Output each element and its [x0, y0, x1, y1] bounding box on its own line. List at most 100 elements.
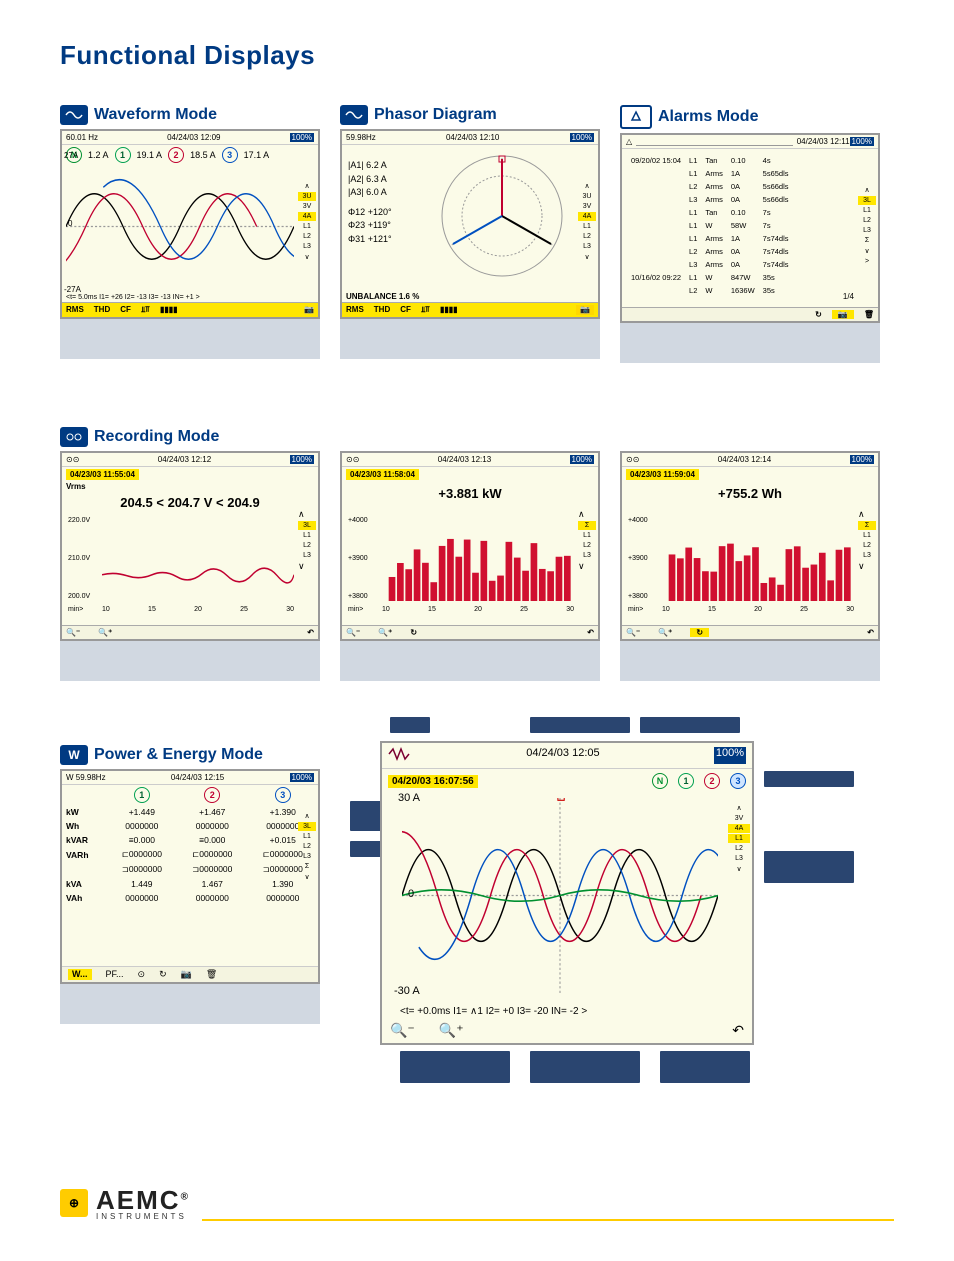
big-chart: 30 A 0 -30 A	[402, 798, 718, 993]
zoom-out-icon[interactable]: 🔍⁻	[390, 1022, 415, 1039]
phasor-chart	[437, 151, 567, 281]
footer-rule	[202, 1219, 894, 1221]
btn-cf[interactable]: CF	[120, 305, 131, 315]
bleg5: L3	[728, 854, 750, 863]
table-row: 10/16/02 09:22L1W847W35s	[628, 272, 792, 283]
rec-refresh-icon[interactable]: ↻	[410, 628, 417, 637]
cell: 7s74dls	[760, 233, 792, 244]
rleg2-1: L1	[858, 531, 876, 540]
rleg1-3: L3	[578, 551, 596, 560]
ph-a3: |A3| 6.0 A	[348, 186, 392, 200]
big-topbar: 04/24/03 12:05 100%	[382, 743, 752, 769]
bell-icon	[620, 105, 652, 129]
footer: ⊕ AEMC® INSTRUMENTS	[60, 1125, 894, 1221]
bleg2: 4A	[728, 824, 750, 833]
big-bottombar: 🔍⁻ 🔍⁺ ↶	[390, 1022, 744, 1039]
al-trash-icon[interactable]: 🗑	[864, 310, 874, 319]
big-batt: 100%	[714, 747, 746, 764]
big-container: 04/24/03 12:05 100% 04/20/03 16:07:56 N …	[380, 741, 754, 1045]
btn-camera-icon[interactable]: 📷	[304, 305, 314, 315]
waveform-title: Waveform Mode	[94, 106, 217, 124]
rec-back-icon[interactable]: ↶	[307, 628, 314, 637]
cell: 35s	[760, 272, 792, 283]
panel-alarms: Alarms Mode △ 04/24/03 12:11 100% 09/20/…	[620, 101, 880, 363]
cell: 5s66dls	[760, 181, 792, 192]
cell: Arms	[702, 259, 726, 270]
btn-minmax[interactable]: ⫫⫪	[141, 305, 150, 315]
pe-rec-icon[interactable]: ⊙	[138, 969, 146, 980]
phasor-topbar: 59.98Hz 04/24/03 12:10 100%	[342, 131, 598, 145]
rec-zoomout-icon[interactable]: 🔍⁻	[346, 628, 360, 637]
rec-zoomout-icon[interactable]: 🔍⁻	[626, 628, 640, 637]
cell: Arms	[702, 194, 726, 205]
al-shadow	[620, 323, 880, 363]
peleg3: L3	[298, 852, 316, 861]
cell: 0A	[728, 259, 758, 270]
pe-bottombar: W... PF... ⊙ ↻ 📷 🗑	[62, 966, 318, 982]
zoom-in-icon[interactable]: 🔍⁺	[439, 1022, 464, 1039]
rec-back-icon[interactable]: ↶	[867, 628, 874, 637]
pbtn-thd[interactable]: THD	[374, 305, 390, 315]
pe-freq: 59.98Hz	[76, 773, 106, 782]
callout-4	[764, 771, 854, 787]
pe-camera-icon[interactable]: 📷	[181, 969, 192, 980]
wf-ymid: 0	[68, 219, 72, 228]
aleg2: L2	[858, 216, 876, 225]
pe-legend: ∧ 3L L1 L2 L3 Σ ∨	[298, 811, 316, 882]
phasor-title: Phasor Diagram	[374, 106, 497, 124]
btn-bars-icon[interactable]: ▮▮▮▮	[160, 305, 178, 315]
ph-phi31: Φ31 +121°	[348, 233, 392, 247]
pe-btn-pf[interactable]: PF...	[106, 969, 124, 980]
big-ybot: -30 A	[394, 985, 420, 997]
pbtn-cf[interactable]: CF	[400, 305, 411, 315]
row-1: Waveform Mode 60.01 Hz 04/24/03 12:09 10…	[60, 101, 894, 363]
rec-zoomin-icon[interactable]: 🔍⁺	[658, 628, 672, 637]
pbtn-minmax[interactable]: ⫫⫪	[421, 305, 430, 315]
cell: Arms	[702, 233, 726, 244]
aleg4: Σ	[858, 236, 876, 245]
table-row: kVAR≡0.000≡0.000+0.015	[62, 833, 318, 847]
back-icon[interactable]: ↶	[732, 1022, 744, 1039]
rec-zoomin-icon[interactable]: 🔍⁺	[378, 628, 392, 637]
pe-trash-icon[interactable]: 🗑	[206, 969, 217, 980]
cell: 0.10	[728, 155, 758, 166]
bell-small-icon: △	[626, 137, 632, 146]
alarms-table: 09/20/02 15:04L1Tan0.104sL1Arms1A5s65dls…	[622, 149, 798, 302]
btn-rms[interactable]: RMS	[66, 305, 84, 315]
rleg1-2: L2	[578, 541, 596, 550]
al-refresh-icon[interactable]: ↻	[815, 310, 822, 319]
phasor-values: |A1| 6.2 A |A2| 6.3 A |A3| 6.0 A Φ12 +12…	[348, 159, 392, 246]
rec-panel-1: ⊙⊙04/24/03 12:13100% 04/23/03 11:58:04 +…	[340, 451, 600, 681]
wave-icon	[340, 105, 368, 125]
rec-refresh-icon[interactable]: ↻	[690, 628, 709, 637]
logo-sub: INSTRUMENTS	[96, 1212, 190, 1221]
callout-5	[764, 851, 854, 883]
big-ts-hl: 04/20/03 16:07:56	[388, 775, 478, 788]
big-n-icon: N	[652, 773, 668, 789]
cell: L1	[686, 168, 700, 179]
wf-ybot: -27A	[64, 285, 81, 294]
cell	[628, 181, 684, 192]
rec-screen-1: ⊙⊙04/24/03 12:13100% 04/23/03 11:58:04 +…	[340, 451, 600, 641]
pbtn-rms[interactable]: RMS	[346, 305, 364, 315]
cell: Arms	[702, 246, 726, 257]
ph-batt: 100%	[570, 133, 594, 142]
pbtn-bars-icon[interactable]: ▮▮▮▮	[440, 305, 458, 315]
col3-icon: 3	[275, 787, 291, 803]
alarms-title: Alarms Mode	[658, 108, 758, 126]
pbtn-camera-icon[interactable]: 📷	[576, 305, 594, 315]
rec-zoomin-icon[interactable]: 🔍⁺	[98, 628, 112, 637]
btn-thd[interactable]: THD	[94, 305, 110, 315]
table-row: L1Tan0.107s	[628, 207, 792, 218]
waveform-screen: 60.01 Hz 04/24/03 12:09 100% N 1.2 A 1 1…	[60, 129, 320, 319]
pe-refresh-icon[interactable]: ↻	[159, 969, 167, 980]
page-title: Functional Displays	[60, 40, 894, 71]
big-screen: 04/24/03 12:05 100% 04/20/03 16:07:56 N …	[380, 741, 754, 1045]
al-camera-icon[interactable]: 📷	[832, 310, 854, 319]
peleg2: L2	[298, 842, 316, 851]
cell	[628, 259, 684, 270]
pe-btn-w[interactable]: W...	[68, 969, 92, 980]
aleg1: L1	[858, 206, 876, 215]
rec-zoomout-icon[interactable]: 🔍⁻	[66, 628, 80, 637]
rec-back-icon[interactable]: ↶	[587, 628, 594, 637]
